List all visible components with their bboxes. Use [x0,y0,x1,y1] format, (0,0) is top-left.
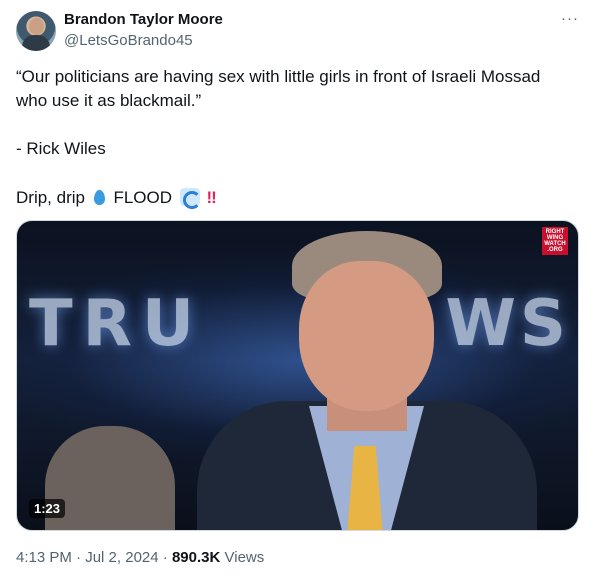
video-duration-badge: 1:23 [29,499,66,518]
avatar[interactable] [16,11,56,51]
speaker-face [299,261,434,411]
tweet-metadata: 4:13 PM · Jul 2, 2024 · 890.3K Views [16,549,264,566]
tweet-line-attribution: - Rick Wiles [16,139,106,158]
meta-separator: · [76,549,82,566]
tweet-date[interactable]: Jul 2, 2024 [85,549,158,566]
meta-separator: · [162,549,168,566]
tweet-flood-text: FLOOD [113,188,172,207]
double-exclamation-icon: ‼ [206,188,216,207]
tweet-line-flood: Drip, drip FLOOD ‼ [16,185,576,210]
wave-icon [179,188,201,209]
author-handle[interactable]: @LetsGoBrando45 [64,32,193,49]
more-icon[interactable]: ··· [561,10,579,27]
avatar-head [29,18,44,35]
tweet-line-quote: “Our politicians are having sex with lit… [16,67,541,110]
author-display-name[interactable]: Brandon Taylor Moore [64,11,223,28]
views-count[interactable]: 890.3K [172,549,220,566]
tweet-time[interactable]: 4:13 PM [16,549,72,566]
speaker-figure [197,231,537,530]
watermark-logo: RIGHT WING WATCH .ORG [542,227,568,255]
tweet-drip-text: Drip, drip [16,188,85,207]
views-label: Views [224,549,265,566]
avatar-body [22,35,50,51]
tweet: Brandon Taylor Moore @LetsGoBrando45 ···… [0,0,595,584]
tweet-text: “Our politicians are having sex with lit… [16,65,576,210]
studio-logo-left: TRU [29,287,204,361]
droplet-icon [93,190,105,205]
video-player[interactable]: TRU WS RIGHT WING WATCH .ORG 1:23 [16,220,579,531]
